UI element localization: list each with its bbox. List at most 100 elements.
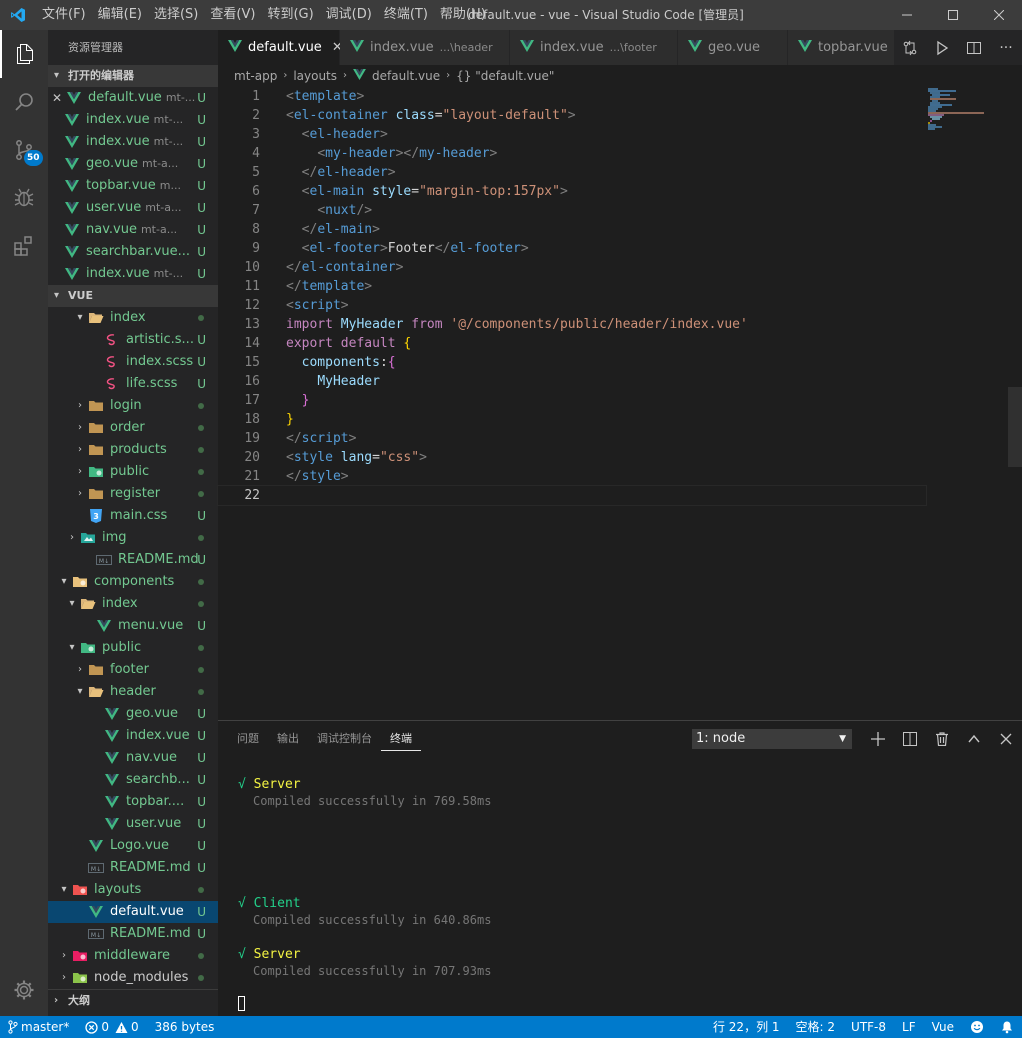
- open-changes-button[interactable]: [894, 30, 926, 65]
- explorer-activity[interactable]: [0, 30, 48, 78]
- problems-status[interactable]: 0 0: [77, 1016, 146, 1038]
- tab-problems[interactable]: 问题: [228, 721, 268, 756]
- search-activity[interactable]: [0, 78, 48, 126]
- tree-folder[interactable]: › login: [48, 395, 218, 417]
- tree-folder[interactable]: › public: [48, 461, 218, 483]
- tree-file[interactable]: user.vue U: [48, 813, 218, 835]
- menu-file[interactable]: 文件(F): [36, 0, 92, 30]
- tree-folder[interactable]: › middleware: [48, 945, 218, 967]
- menu-selection[interactable]: 选择(S): [148, 0, 204, 30]
- tab-index-vue-footer[interactable]: index.vue ...\footer: [510, 30, 678, 65]
- tab-debug-console[interactable]: 调试控制台: [308, 721, 381, 756]
- breadcrumb-file[interactable]: default.vue: [372, 65, 440, 87]
- tree-folder[interactable]: ▾ public: [48, 637, 218, 659]
- menu-go[interactable]: 转到(G): [261, 0, 319, 30]
- encoding-status[interactable]: UTF-8: [843, 1016, 894, 1038]
- indentation-status[interactable]: 空格: 2: [788, 1016, 844, 1038]
- tree-file[interactable]: index.vue U: [48, 725, 218, 747]
- menu-help[interactable]: 帮助(H): [434, 0, 492, 30]
- language-status[interactable]: Vue: [924, 1016, 962, 1038]
- tree-file[interactable]: menu.vue U: [48, 615, 218, 637]
- open-editor-item[interactable]: user.vue mt-a... U: [48, 197, 218, 219]
- tree-folder[interactable]: ▾ index: [48, 593, 218, 615]
- tab-topbar-vue[interactable]: topbar.vue: [788, 30, 898, 65]
- menu-edit[interactable]: 编辑(E): [92, 0, 148, 30]
- open-editors-header[interactable]: ▾ 打开的编辑器: [48, 65, 218, 87]
- tree-file[interactable]: M↓ README.md U: [48, 923, 218, 945]
- tree-file[interactable]: M↓ README.md U: [48, 549, 218, 571]
- tab-index-vue-header[interactable]: index.vue ...\header: [340, 30, 510, 65]
- open-editor-item[interactable]: ✕ default.vue mt-... U: [48, 87, 218, 109]
- manage-activity[interactable]: [0, 966, 48, 1014]
- minimize-button[interactable]: [884, 0, 930, 30]
- maximize-button[interactable]: [930, 0, 976, 30]
- tree-file[interactable]: Logo.vue U: [48, 835, 218, 857]
- terminal-select[interactable]: 1: node ▼: [692, 729, 852, 749]
- tree-file[interactable]: 3 main.css U: [48, 505, 218, 527]
- tab-terminal[interactable]: 终端: [381, 727, 421, 751]
- maximize-panel-button[interactable]: [958, 721, 990, 756]
- chevron-right-icon: ›: [78, 444, 82, 455]
- tree-file[interactable]: nav.vue U: [48, 747, 218, 769]
- cursor-position-status[interactable]: 行 22，列 1: [705, 1016, 788, 1038]
- breadcrumb-folder[interactable]: layouts: [293, 65, 337, 87]
- breadcrumb-root[interactable]: mt-app: [234, 65, 277, 87]
- tree-folder[interactable]: › node_modules: [48, 967, 218, 989]
- source-control-activity[interactable]: 50: [0, 126, 48, 174]
- tree-folder[interactable]: ▾ layouts: [48, 879, 218, 901]
- close-panel-button[interactable]: [990, 721, 1022, 756]
- run-button[interactable]: [926, 30, 958, 65]
- new-terminal-button[interactable]: [862, 721, 894, 756]
- menu-terminal[interactable]: 终端(T): [378, 0, 434, 30]
- open-editor-item[interactable]: index.vue mt-... U: [48, 131, 218, 153]
- split-editor-button[interactable]: [958, 30, 990, 65]
- tree-folder[interactable]: › register: [48, 483, 218, 505]
- tree-file[interactable]: artistic.s... U: [48, 329, 218, 351]
- tree-folder[interactable]: › products: [48, 439, 218, 461]
- tree-file[interactable]: M↓ README.md U: [48, 857, 218, 879]
- breadcrumb-symbol[interactable]: {} "default.vue": [456, 65, 554, 87]
- tab-default-vue[interactable]: default.vue ✕: [218, 30, 343, 65]
- tab-geo-vue[interactable]: geo.vue: [678, 30, 788, 65]
- tree-folder[interactable]: › order: [48, 417, 218, 439]
- tab-output[interactable]: 输出: [268, 721, 308, 756]
- menu-debug[interactable]: 调试(D): [320, 0, 378, 30]
- tree-folder[interactable]: ▾ index: [48, 307, 218, 329]
- tree-file[interactable]: index.scss U: [48, 351, 218, 373]
- editor-scrollbar[interactable]: [1008, 87, 1022, 720]
- open-editor-item[interactable]: geo.vue mt-a... U: [48, 153, 218, 175]
- branch-status[interactable]: master*: [0, 1016, 77, 1038]
- open-editor-item[interactable]: nav.vue mt-a... U: [48, 219, 218, 241]
- tree-folder[interactable]: ▾ components: [48, 571, 218, 593]
- code-editor[interactable]: 1 <template> 2 <el-container class="layout…: [217, 87, 927, 720]
- close-icon[interactable]: ✕: [50, 87, 64, 109]
- tree-folder[interactable]: › footer: [48, 659, 218, 681]
- feedback-button[interactable]: [962, 1016, 992, 1038]
- tree-file[interactable]: life.scss U: [48, 373, 218, 395]
- open-editor-item[interactable]: index.vue mt-... U: [48, 109, 218, 131]
- eol-status[interactable]: LF: [894, 1016, 924, 1038]
- minimap[interactable]: [926, 87, 1008, 720]
- split-terminal-button[interactable]: [894, 721, 926, 756]
- outline-header[interactable]: › 大纲: [48, 989, 218, 1011]
- close-window-button[interactable]: [976, 0, 1022, 30]
- open-editor-item[interactable]: index.vue mt-... U: [48, 263, 218, 285]
- open-editor-item[interactable]: topbar.vue m... U: [48, 175, 218, 197]
- tree-file[interactable]: searchb... U: [48, 769, 218, 791]
- notifications-button[interactable]: [992, 1016, 1022, 1038]
- tree-file[interactable]: geo.vue U: [48, 703, 218, 725]
- plus-icon: [871, 731, 885, 746]
- debug-activity[interactable]: [0, 174, 48, 222]
- scrollbar-thumb[interactable]: [1008, 387, 1022, 467]
- tree-file[interactable]: default.vue U: [48, 901, 218, 923]
- more-actions-button[interactable]: ···: [990, 30, 1022, 65]
- images-folder-icon: [80, 530, 96, 546]
- menu-view[interactable]: 查看(V): [204, 0, 261, 30]
- extensions-activity[interactable]: [0, 222, 48, 270]
- kill-terminal-button[interactable]: [926, 721, 958, 756]
- tree-folder[interactable]: ▾ header: [48, 681, 218, 703]
- workspace-header[interactable]: ▾ VUE: [48, 285, 218, 307]
- tree-folder[interactable]: › img: [48, 527, 218, 549]
- tree-file[interactable]: topbar.... U: [48, 791, 218, 813]
- open-editor-item[interactable]: searchbar.vue... U: [48, 241, 218, 263]
